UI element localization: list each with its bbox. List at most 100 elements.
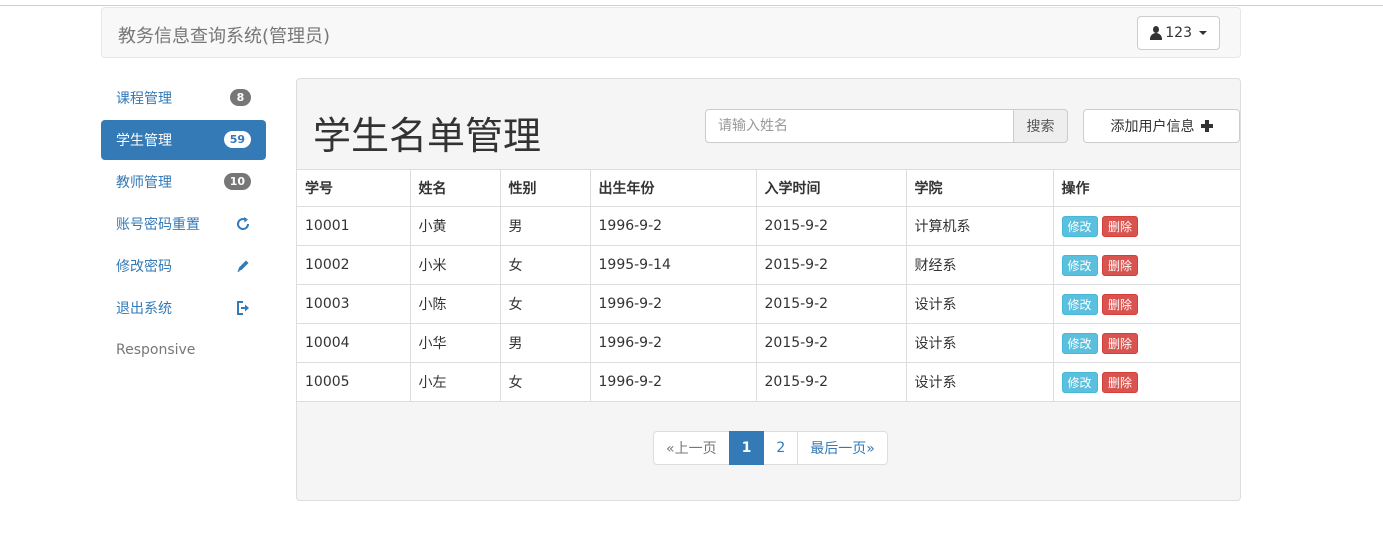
cell-student-id: 10002 [297,245,411,285]
cell-birth: 1996-9-2 [589,323,757,363]
header-enroll: 入学时间 [755,169,907,207]
user-label: 123 [1165,25,1192,41]
table-header-row: 学号 姓名 性别 出生年份 入学时间 学院 操作 [297,169,1240,207]
sidebar-footer-text: Responsive [101,330,266,370]
header-actions: 操作 [1052,169,1240,207]
cell-birth: 1996-9-2 [589,206,757,246]
sidebar-item-label: 教师管理 [116,175,172,191]
header-birth: 出生年份 [589,169,757,207]
cell-name: 小陈 [409,284,501,324]
cell-name: 小米 [409,245,501,285]
refresh-icon [237,217,250,230]
sidebar-item-reset-password[interactable]: 账号密码重置 [101,204,266,244]
cell-birth: 1996-9-2 [589,284,757,324]
delete-button[interactable]: 删除 [1101,371,1138,393]
logout-icon [237,301,249,315]
edit-button[interactable]: 修改 [1061,254,1098,276]
edit-button[interactable]: 修改 [1061,293,1098,315]
sidebar-item-label: 修改密码 [116,259,172,275]
plus-icon [1200,120,1213,132]
cell-gender: 男 [499,323,591,363]
cell-birth: 1995-9-14 [589,245,757,285]
cell-college: 财经系 [905,245,1054,285]
cell-birth: 1996-9-2 [589,362,757,402]
cell-gender: 女 [499,284,591,324]
sidebar-item-change-password[interactable]: 修改密码 [101,246,266,286]
header-college: 学院 [905,169,1054,207]
cell-enroll: 2015-9-2 [755,245,907,285]
search-group: 搜索 [705,109,1068,143]
delete-button[interactable]: 删除 [1101,293,1138,315]
cell-college: 计算机系 [905,206,1054,246]
table-row: 10003 小陈 女 1996-9-2 2015-9-2 设计系 修改 删除 [297,284,1240,324]
sidebar: 课程管理 8 学生管理 59 教师管理 10 账号密码重置 修改密码 退出系统 … [101,78,266,372]
cell-name: 小左 [409,362,501,402]
cell-name: 小华 [409,323,501,363]
cell-enroll: 2015-9-2 [755,362,907,402]
last-page-link[interactable]: 最后一页» [797,431,888,465]
table-row: 10002 小米 女 1995-9-14 2015-9-2 财经系 修改 删除 [297,245,1240,285]
cell-actions: 修改 删除 [1052,245,1240,285]
cell-student-id: 10005 [297,362,411,402]
pencil-icon [237,260,249,272]
cell-college: 设计系 [905,323,1054,363]
sidebar-item-label: 课程管理 [116,91,172,107]
app-brand[interactable]: 教务信息查询系统(管理员) [118,22,330,48]
edit-button[interactable]: 修改 [1061,215,1098,237]
pagination: «上一页 1 2 最后一页» [653,431,888,465]
delete-button[interactable]: 删除 [1101,254,1138,276]
add-user-label: 添加用户信息 [1110,119,1195,135]
cell-student-id: 10001 [297,206,411,246]
header-student-id: 学号 [297,169,411,207]
user-icon [1150,26,1163,40]
sidebar-item-label: 学生管理 [116,133,172,149]
sidebar-item-student[interactable]: 学生管理 59 [101,120,266,160]
sidebar-item-label: 退出系统 [116,301,172,317]
cell-actions: 修改 删除 [1052,362,1240,402]
top-border [0,5,1383,6]
cell-actions: 修改 删除 [1052,206,1240,246]
page-title: 学生名单管理 [313,114,542,158]
add-user-button[interactable]: 添加用户信息 [1083,109,1240,143]
search-button[interactable]: 搜索 [1014,109,1068,143]
cell-gender: 男 [499,206,591,246]
cell-student-id: 10003 [297,284,411,324]
cell-gender: 女 [499,362,591,402]
count-badge: 8 [230,89,251,106]
edit-button[interactable]: 修改 [1061,332,1098,354]
cell-enroll: 2015-9-2 [755,323,907,363]
cell-college: 设计系 [905,284,1054,324]
edit-button[interactable]: 修改 [1061,371,1098,393]
table-row: 10004 小华 男 1996-9-2 2015-9-2 设计系 修改 删除 [297,323,1240,363]
student-table: 学号 姓名 性别 出生年份 入学时间 学院 操作 10001 小黄 男 1996… [297,169,1240,402]
table-row: 10001 小黄 男 1996-9-2 2015-9-2 计算机系 修改 删除 [297,206,1240,246]
delete-button[interactable]: 删除 [1101,215,1138,237]
cell-student-id: 10004 [297,323,411,363]
cell-name: 小黄 [409,206,501,246]
navbar: 教务信息查询系统(管理员) 123 [101,7,1241,58]
search-input[interactable] [705,109,1014,143]
responsive-label: Responsive [116,342,196,358]
cell-gender: 女 [499,245,591,285]
cell-college: 设计系 [905,362,1054,402]
header-name: 姓名 [409,169,501,207]
header-gender: 性别 [499,169,591,207]
count-badge: 10 [223,173,251,190]
main-panel: 学生名单管理 搜索 添加用户信息 学号 姓名 性别 出生年份 入学时间 学院 操… [296,78,1241,501]
cell-enroll: 2015-9-2 [755,284,907,324]
user-menu-button[interactable]: 123 [1137,16,1220,50]
sidebar-item-teacher[interactable]: 教师管理 10 [101,162,266,202]
count-badge: 59 [223,131,251,148]
cell-actions: 修改 删除 [1052,284,1240,324]
delete-button[interactable]: 删除 [1101,332,1138,354]
sidebar-item-logout[interactable]: 退出系统 [101,288,266,328]
cell-actions: 修改 删除 [1052,323,1240,363]
cell-enroll: 2015-9-2 [755,206,907,246]
prev-page-link[interactable]: «上一页 [653,431,730,465]
table-row: 10005 小左 女 1996-9-2 2015-9-2 设计系 修改 删除 [297,362,1240,402]
sidebar-item-label: 账号密码重置 [116,217,200,233]
caret-down-icon [1199,31,1207,35]
page-link-2[interactable]: 2 [763,431,799,465]
page-link-1[interactable]: 1 [728,431,765,465]
sidebar-item-course[interactable]: 课程管理 8 [101,78,266,118]
